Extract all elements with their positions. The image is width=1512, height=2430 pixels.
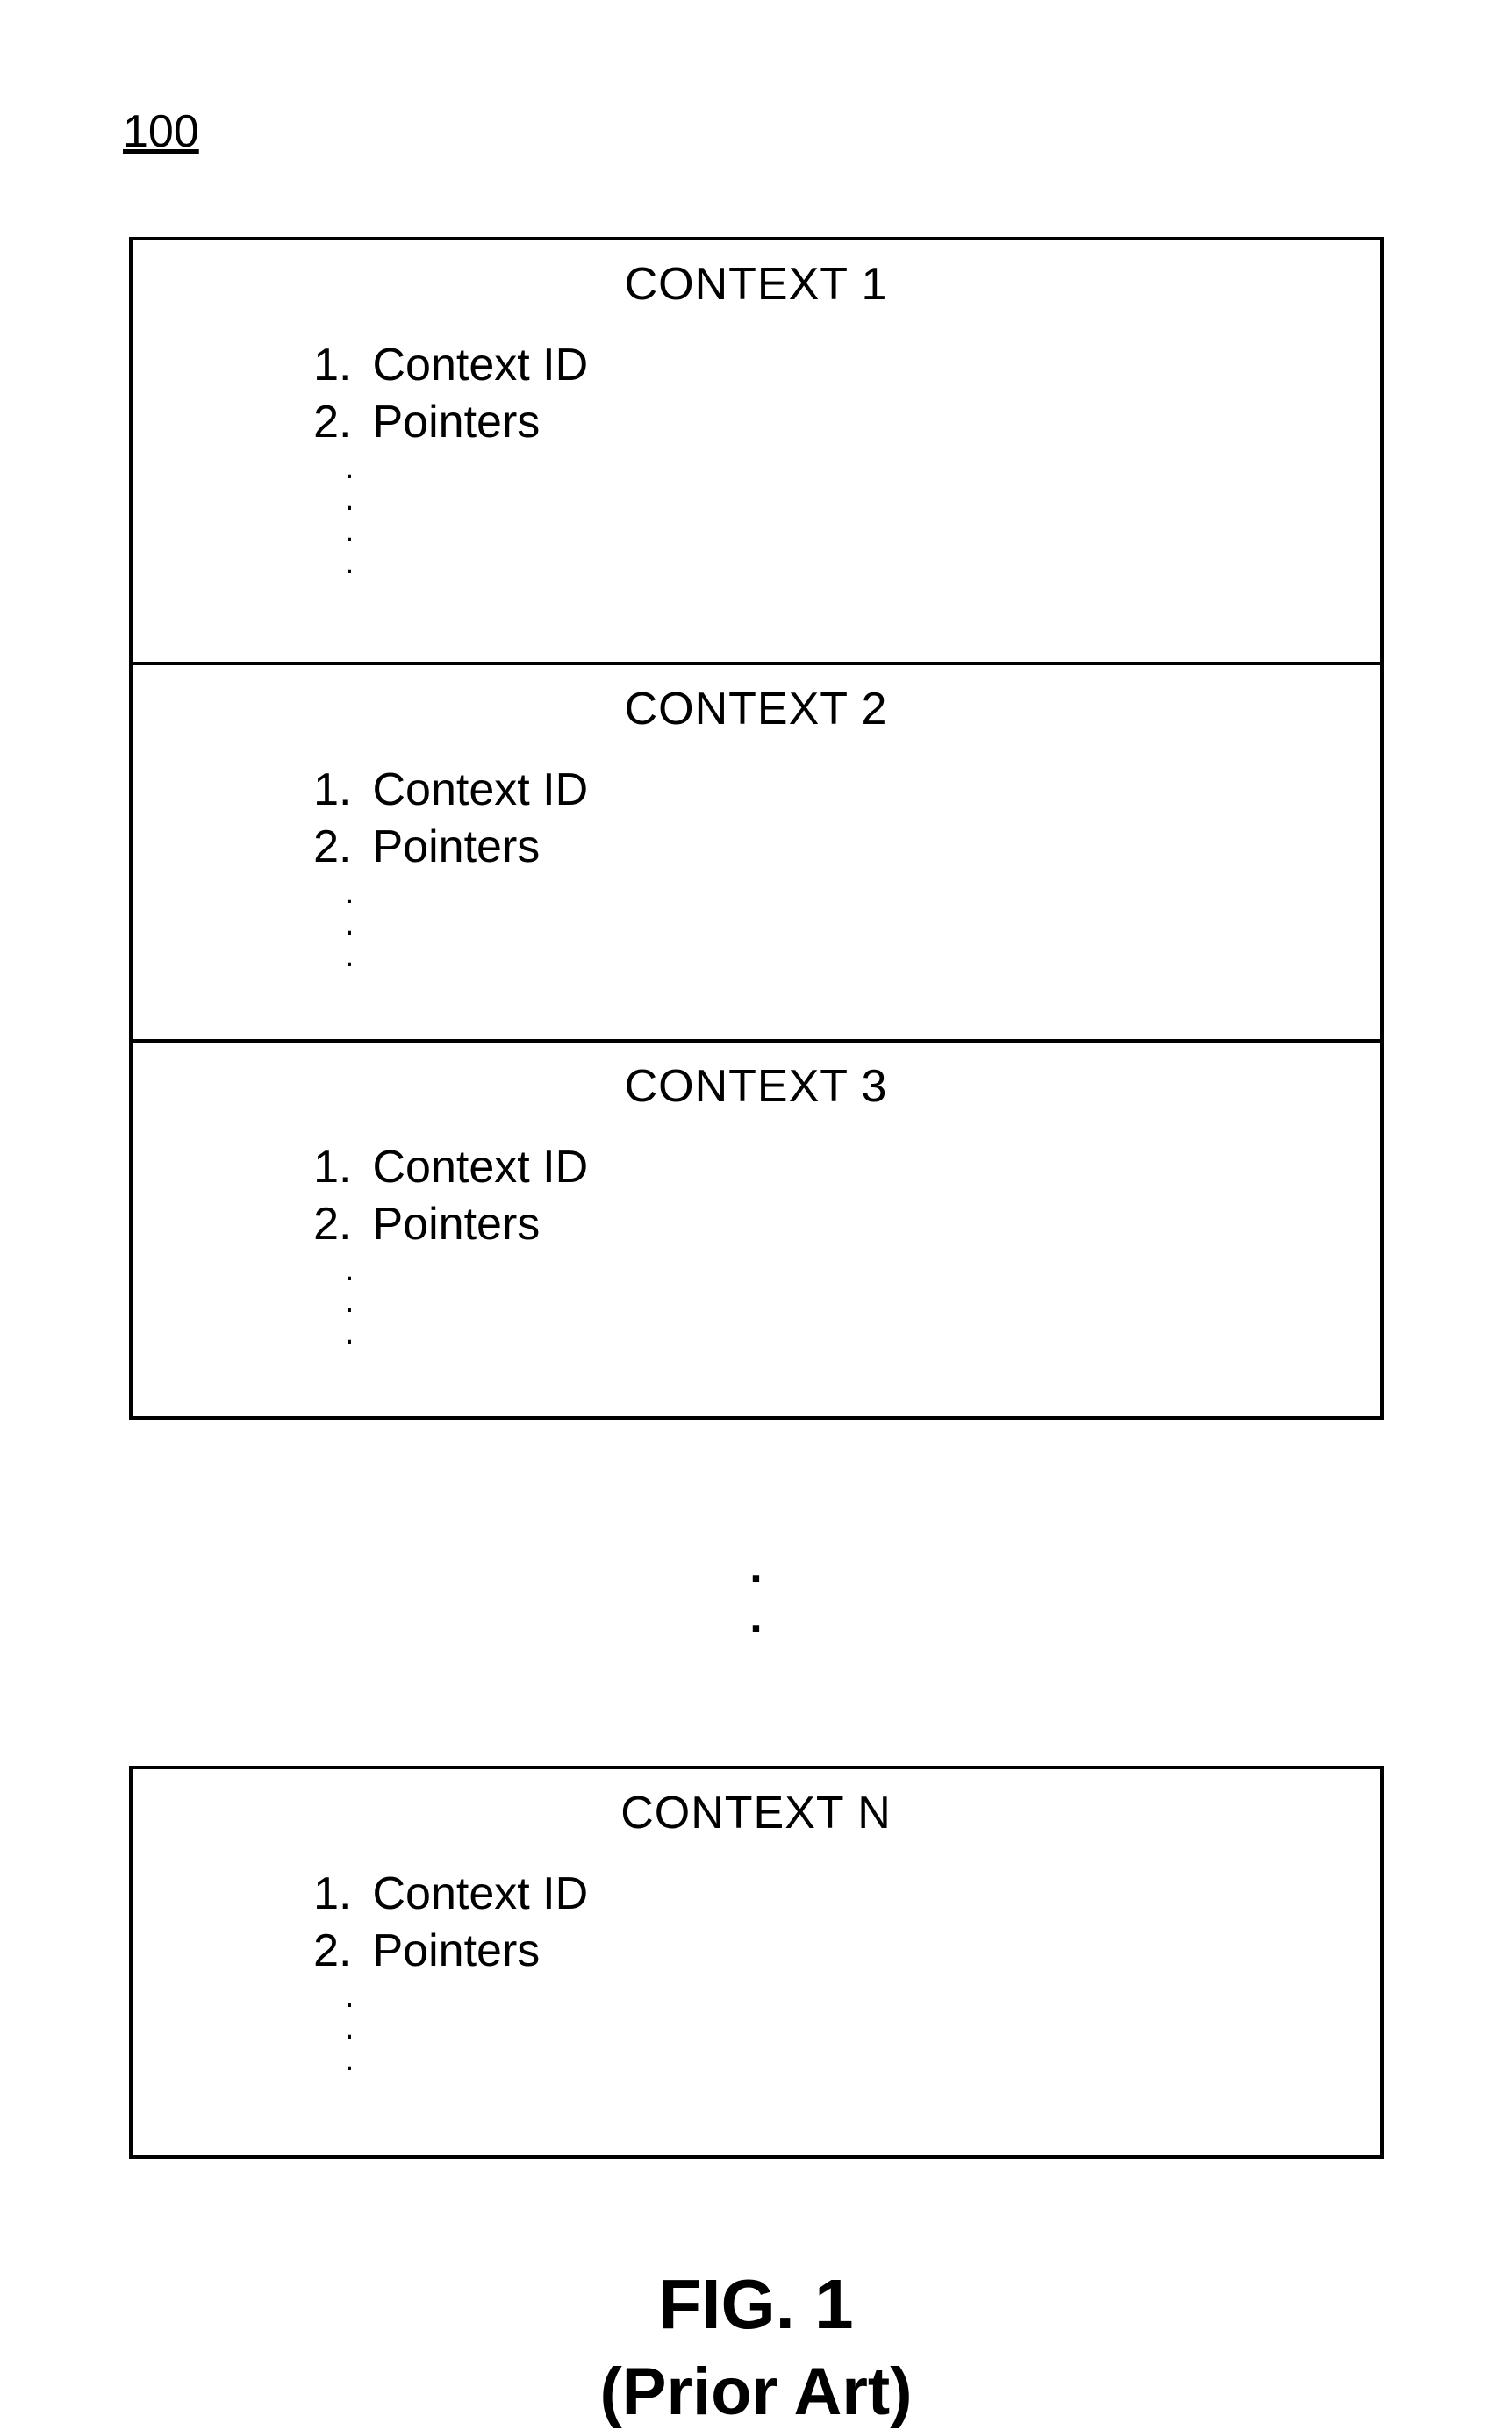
list-item: 2. Pointers <box>290 819 1345 876</box>
item-number: 1. <box>290 762 373 819</box>
vertical-ellipsis-icon: ... <box>345 1253 1345 1348</box>
list-item: 1. Context ID <box>290 762 1345 819</box>
context-block-n: CONTEXT N 1. Context ID 2. Pointers ... <box>129 1766 1384 2159</box>
item-number: 1. <box>290 1866 373 1923</box>
continuation-dots-icon: .. <box>114 1543 1398 1643</box>
item-number: 2. <box>290 819 373 876</box>
reference-number: 100 <box>123 105 1398 158</box>
item-label: Pointers <box>373 394 541 451</box>
context-title: CONTEXT 1 <box>168 258 1345 311</box>
vertical-ellipsis-icon: ... <box>345 876 1345 971</box>
item-label: Context ID <box>373 1139 589 1196</box>
context-item-list: 1. Context ID 2. Pointers <box>290 337 1345 451</box>
context-title: CONTEXT N <box>168 1787 1345 1839</box>
figure-caption: FIG. 1 (Prior Art) <box>114 2264 1398 2430</box>
list-item: 2. Pointers <box>290 1196 1345 1253</box>
item-label: Context ID <box>373 1866 589 1923</box>
list-item: 2. Pointers <box>290 394 1345 451</box>
vertical-ellipsis-icon: ... <box>345 1980 1345 2075</box>
context-block-n-inner: CONTEXT N 1. Context ID 2. Pointers ... <box>133 1769 1380 2155</box>
item-number: 2. <box>290 1196 373 1253</box>
list-item: 1. Context ID <box>290 1866 1345 1923</box>
context-title: CONTEXT 2 <box>168 683 1345 735</box>
list-item: 1. Context ID <box>290 337 1345 394</box>
figure-page: 100 CONTEXT 1 1. Context ID 2. Pointers … <box>0 0 1512 2430</box>
vertical-ellipsis-icon: .... <box>345 451 1345 577</box>
item-number: 2. <box>290 394 373 451</box>
item-label: Pointers <box>373 1196 541 1253</box>
context-title: CONTEXT 3 <box>168 1060 1345 1113</box>
item-number: 2. <box>290 1923 373 1980</box>
context-item-list: 1. Context ID 2. Pointers <box>290 1866 1345 1980</box>
item-label: Pointers <box>373 1923 541 1980</box>
context-block-2: CONTEXT 2 1. Context ID 2. Pointers ... <box>133 662 1380 1039</box>
context-item-list: 1. Context ID 2. Pointers <box>290 1139 1345 1253</box>
context-block-3: CONTEXT 3 1. Context ID 2. Pointers ... <box>133 1039 1380 1416</box>
context-block-1: CONTEXT 1 1. Context ID 2. Pointers .... <box>133 240 1380 662</box>
item-label: Context ID <box>373 762 589 819</box>
context-stack: CONTEXT 1 1. Context ID 2. Pointers ....… <box>129 237 1384 1420</box>
list-item: 1. Context ID <box>290 1139 1345 1196</box>
figure-subtitle: (Prior Art) <box>114 2354 1398 2430</box>
item-label: Pointers <box>373 819 541 876</box>
item-number: 1. <box>290 1139 373 1196</box>
context-item-list: 1. Context ID 2. Pointers <box>290 762 1345 876</box>
item-label: Context ID <box>373 337 589 394</box>
item-number: 1. <box>290 337 373 394</box>
list-item: 2. Pointers <box>290 1923 1345 1980</box>
figure-number: FIG. 1 <box>114 2264 1398 2345</box>
